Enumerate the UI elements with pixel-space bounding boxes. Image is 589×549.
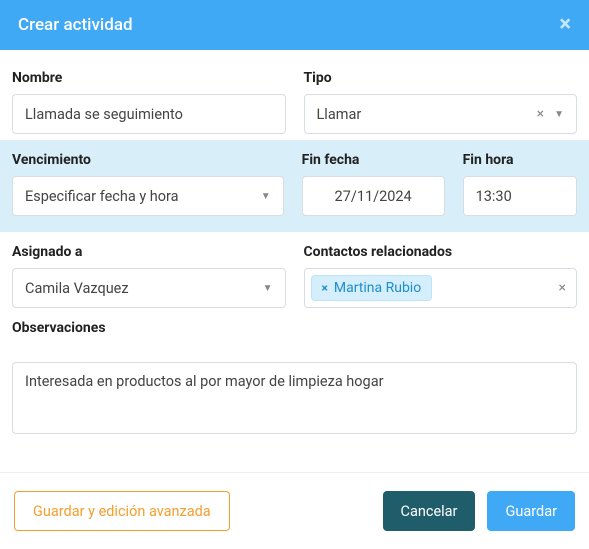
end-date-label: Fin fecha — [302, 152, 445, 168]
notes-textarea[interactable] — [12, 362, 577, 434]
modal-title: Crear actividad — [18, 15, 133, 35]
end-date-value: 27/11/2024 — [335, 188, 412, 205]
assigned-select[interactable]: Camila Vazquez ▼ — [12, 268, 286, 308]
due-value: Especificar fecha y hora — [25, 188, 179, 205]
contact-chip-label: Martina Rubio — [334, 280, 421, 296]
contacts-input[interactable]: × Martina Rubio × — [304, 268, 578, 308]
due-label: Vencimiento — [12, 152, 284, 168]
modal-footer: Guardar y edición avanzada Cancelar Guar… — [0, 472, 589, 549]
due-select[interactable]: Especificar fecha y hora ▼ — [12, 176, 284, 216]
end-date-input[interactable]: 27/11/2024 — [302, 176, 445, 216]
chevron-down-icon[interactable]: ▼ — [263, 283, 273, 294]
assigned-value: Camila Vazquez — [25, 280, 129, 297]
type-value: Llamar — [317, 106, 362, 123]
contacts-clear-icon[interactable]: × — [559, 280, 566, 296]
save-button[interactable]: Guardar — [487, 491, 575, 531]
chip-remove-icon[interactable]: × — [322, 281, 328, 295]
contact-chip[interactable]: × Martina Rubio — [311, 275, 433, 301]
close-icon[interactable]: × — [559, 14, 571, 36]
notes-label: Observaciones — [12, 320, 577, 336]
create-activity-modal: Crear actividad × Nombre Llamada se segu… — [0, 0, 589, 549]
name-label: Nombre — [12, 70, 286, 86]
assigned-label: Asignado a — [12, 244, 286, 260]
due-band: Vencimiento Especificar fecha y hora ▼ F… — [0, 140, 589, 232]
contacts-label: Contactos relacionados — [304, 244, 578, 260]
name-input[interactable]: Llamada se seguimiento — [12, 94, 286, 134]
name-value: Llamada se seguimiento — [25, 106, 183, 123]
type-label: Tipo — [304, 70, 578, 86]
save-advanced-button[interactable]: Guardar y edición avanzada — [14, 491, 230, 531]
modal-header: Crear actividad × — [0, 0, 589, 50]
end-time-label: Fin hora — [463, 152, 577, 168]
type-select[interactable]: Llamar × ▼ — [304, 94, 578, 134]
cancel-button[interactable]: Cancelar — [383, 491, 476, 531]
end-time-input[interactable]: 13:30 — [463, 176, 577, 216]
chevron-down-icon[interactable]: ▼ — [554, 109, 564, 120]
modal-body: Nombre Llamada se seguimiento Tipo Llama… — [0, 50, 589, 450]
type-clear-icon[interactable]: × — [537, 106, 544, 122]
chevron-down-icon[interactable]: ▼ — [261, 191, 271, 202]
end-time-value: 13:30 — [476, 188, 512, 205]
